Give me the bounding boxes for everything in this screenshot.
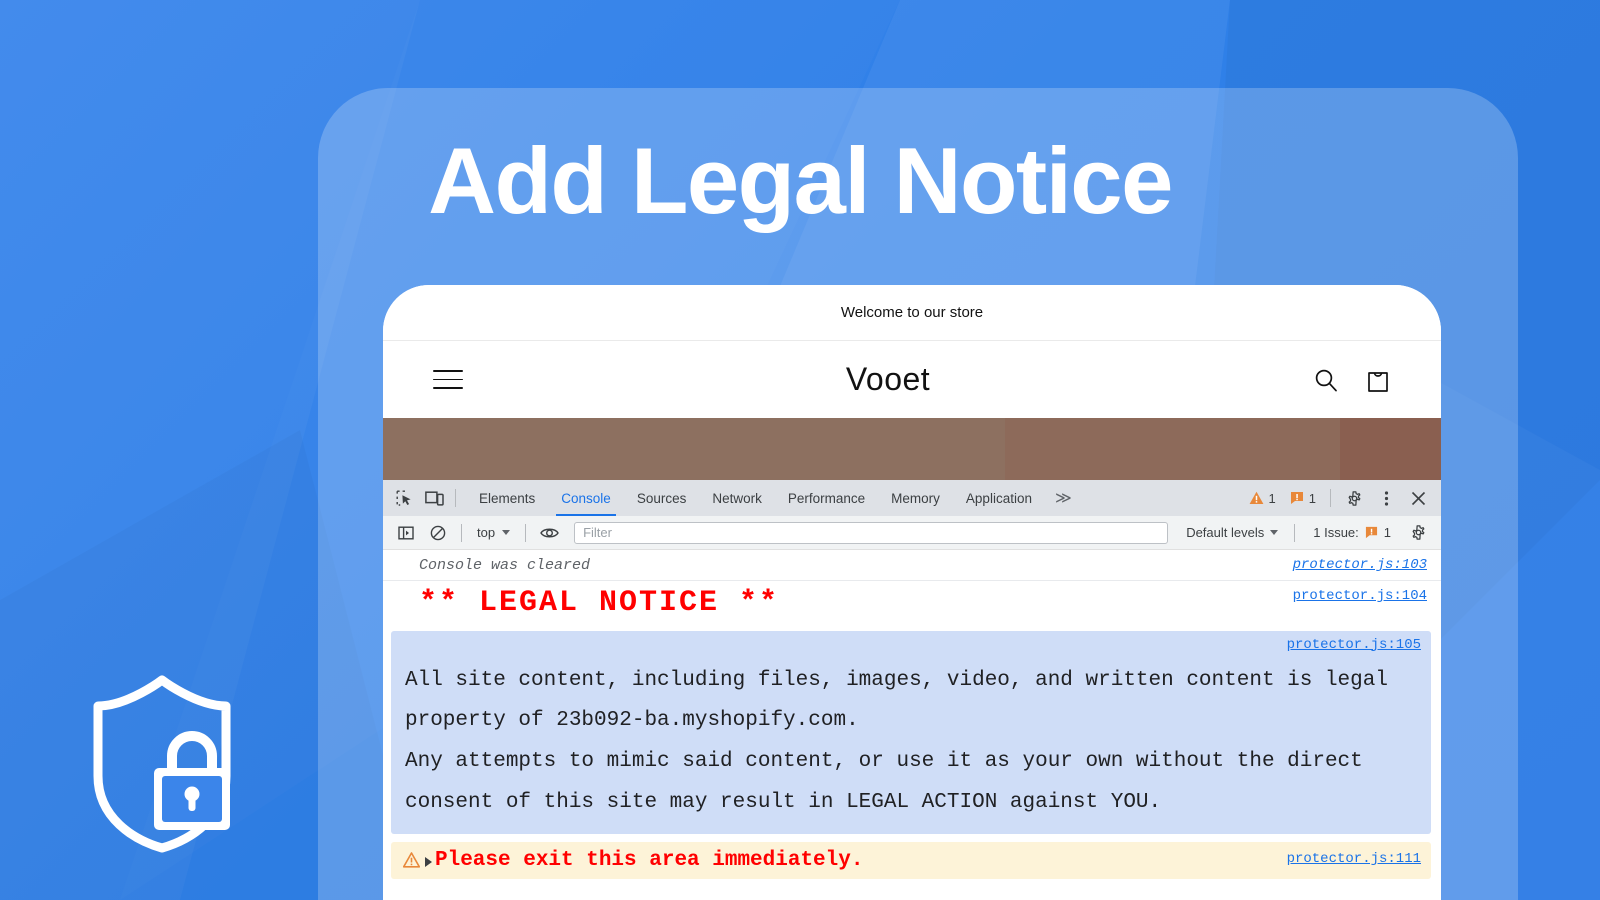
log-levels-selector[interactable]: Default levels <box>1178 525 1286 540</box>
issues-summary[interactable]: 1 Issue: 1 <box>1303 525 1401 540</box>
inspect-element-icon[interactable] <box>389 484 419 512</box>
console-toolbar: top Default levels 1 Issue: <box>383 516 1441 550</box>
warning-triangle-icon <box>403 852 420 868</box>
devtools-tabbar: Elements Console Sources Network Perform… <box>383 480 1441 516</box>
shopping-cart-icon[interactable] <box>1365 366 1391 394</box>
browser-window: Welcome to our store Vooet Elements Cons… <box>383 285 1441 900</box>
tab-elements[interactable]: Elements <box>466 480 548 516</box>
store-name[interactable]: Vooet <box>463 361 1313 398</box>
hamburger-bar <box>433 378 463 381</box>
kebab-menu-icon[interactable] <box>1371 484 1401 512</box>
execution-context-label: top <box>477 525 496 540</box>
console-input-row[interactable]: › <box>383 879 1441 888</box>
hero-strip-left <box>383 418 1005 480</box>
tab-network[interactable]: Network <box>699 480 775 516</box>
more-tabs-icon[interactable]: ≫ <box>1045 488 1082 508</box>
source-link[interactable]: protector.js:105 <box>1287 637 1421 653</box>
devtools-panel: Elements Console Sources Network Perform… <box>383 480 1441 888</box>
tab-memory[interactable]: Memory <box>878 480 953 516</box>
issue-icon <box>1365 526 1377 539</box>
chevron-down-icon <box>502 530 511 535</box>
legal-notice-heading: ** LEGAL NOTICE ** <box>419 586 780 620</box>
store-hero-banner <box>383 418 1441 480</box>
store-header: Vooet <box>383 341 1441 418</box>
store-announcement-text: Welcome to our store <box>840 304 984 321</box>
hamburger-menu-icon[interactable] <box>433 370 463 389</box>
poster-canvas: Add Legal Notice Welcome to our store Vo… <box>0 0 1600 900</box>
issues-count: 1 <box>1383 525 1391 540</box>
tab-console[interactable]: Console <box>548 480 624 516</box>
prompt-chevron-icon: › <box>397 884 408 888</box>
gear-icon[interactable] <box>1339 484 1369 512</box>
warning-count: 1 <box>1268 490 1276 506</box>
toolbar-divider <box>1294 523 1296 542</box>
console-settings-gear-icon[interactable] <box>1403 519 1433 547</box>
exit-warning-text: Please exit this area immediately. <box>435 849 864 873</box>
console-sidebar-icon[interactable] <box>391 519 421 547</box>
toolbar-divider <box>1330 489 1331 507</box>
page-title: Add Legal Notice <box>428 128 1173 233</box>
disclosure-triangle-icon[interactable] <box>425 857 432 868</box>
warning-triangle-icon <box>1249 491 1263 504</box>
console-row-notice[interactable]: ** LEGAL NOTICE ** protector.js:104 <box>383 581 1441 627</box>
source-link[interactable]: protector.js:104 <box>1293 588 1427 604</box>
issues-label: 1 Issue: <box>1313 525 1359 540</box>
store-announcement-bar: Welcome to our store <box>383 285 1441 341</box>
toolbar-divider <box>461 523 462 542</box>
hamburger-bar <box>433 387 463 389</box>
toolbar-divider <box>525 523 527 542</box>
legal-notice-body: All site content, including files, image… <box>405 668 1388 815</box>
console-message-list[interactable]: Console was cleared protector.js:103 ** … <box>383 550 1441 888</box>
chevron-down-icon <box>1270 530 1279 535</box>
execution-context-selector[interactable]: top <box>470 525 517 540</box>
console-filter-input[interactable] <box>574 521 1169 544</box>
warning-count-badge[interactable]: 1 <box>1243 491 1282 506</box>
shield-lock-icon <box>93 675 231 853</box>
console-row-cleared[interactable]: Console was cleared protector.js:103 <box>383 550 1441 581</box>
toolbar-divider <box>455 489 456 507</box>
console-cleared-text: Console was cleared <box>419 557 591 574</box>
issue-icon <box>1290 492 1303 504</box>
hero-strip-right <box>1340 418 1441 480</box>
tab-sources[interactable]: Sources <box>624 480 700 516</box>
search-icon[interactable] <box>1313 367 1339 393</box>
source-link[interactable]: protector.js:103 <box>1293 557 1427 573</box>
store-header-icons <box>1313 366 1391 394</box>
tab-application[interactable]: Application <box>953 480 1045 516</box>
devtools-tabbar-right: 1 1 <box>1243 484 1441 512</box>
live-expression-eye-icon[interactable] <box>534 519 564 547</box>
console-row-warning[interactable]: Please exit this area immediately. prote… <box>391 842 1431 880</box>
source-link[interactable]: protector.js:111 <box>1287 851 1421 867</box>
log-levels-label: Default levels <box>1186 525 1265 540</box>
tab-performance[interactable]: Performance <box>775 480 878 516</box>
device-toolbar-icon[interactable] <box>419 484 449 512</box>
devtools-tab-list: Elements Console Sources Network Perform… <box>466 480 1082 516</box>
hero-strip-middle <box>1005 418 1340 480</box>
issue-count: 1 <box>1308 490 1316 506</box>
issue-count-badge[interactable]: 1 <box>1284 491 1322 506</box>
clear-console-icon[interactable] <box>423 519 453 547</box>
console-row-info[interactable]: protector.js:105 All site content, inclu… <box>391 630 1431 835</box>
close-icon[interactable] <box>1403 484 1433 512</box>
hamburger-bar <box>433 370 463 372</box>
